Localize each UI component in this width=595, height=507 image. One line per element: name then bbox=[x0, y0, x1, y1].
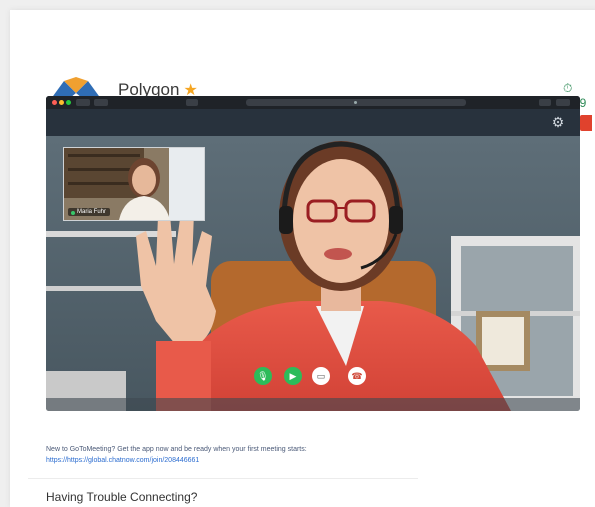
gear-icon[interactable]: ⚙ bbox=[550, 114, 566, 130]
camera-icon: ▶ bbox=[289, 370, 297, 381]
meeting-window: ⚙ Maria Fuhr 🎙 ▶ ▭ ☎ bbox=[46, 96, 580, 411]
share-button[interactable] bbox=[539, 99, 551, 106]
camera-button[interactable]: ▶ bbox=[284, 367, 302, 385]
screen-share-icon: ▭ bbox=[316, 370, 326, 381]
back-button[interactable] bbox=[76, 99, 90, 106]
mic-button[interactable]: 🎙 bbox=[254, 367, 272, 385]
self-view-pip[interactable]: Maria Fuhr bbox=[63, 147, 205, 221]
close-window-dot[interactable] bbox=[52, 100, 57, 105]
url-bar[interactable] bbox=[246, 99, 466, 106]
side-tab[interactable] bbox=[580, 115, 592, 131]
trouble-heading: Having Trouble Connecting? bbox=[46, 490, 198, 504]
join-link[interactable]: https://https://global.chatnow.com/join/… bbox=[46, 457, 199, 464]
download-info: New to GoToMeeting? Get the app now and … bbox=[46, 444, 416, 466]
stopwatch-icon: ⏱ bbox=[563, 81, 573, 95]
minimize-window-dot[interactable] bbox=[59, 100, 64, 105]
sidebar-button[interactable] bbox=[186, 99, 198, 106]
phone-hangup-icon: ☎ bbox=[351, 370, 363, 381]
meeting-toolbar: ⚙ bbox=[46, 109, 580, 136]
share-screen-button[interactable]: ▭ bbox=[312, 367, 330, 385]
leave-button[interactable]: ☎ bbox=[348, 367, 366, 385]
maximize-window-dot[interactable] bbox=[66, 100, 71, 105]
pip-participant-name: Maria Fuhr bbox=[68, 208, 111, 216]
call-controls: 🎙 ▶ ▭ ☎ bbox=[254, 367, 384, 397]
lock-icon bbox=[354, 101, 357, 104]
microphone-icon: 🎙 bbox=[257, 370, 269, 381]
forward-button[interactable] bbox=[94, 99, 108, 106]
tabs-button[interactable] bbox=[556, 99, 570, 106]
divider bbox=[28, 478, 418, 479]
window-titlebar bbox=[46, 96, 580, 109]
info-text: New to GoToMeeting? Get the app now and … bbox=[46, 446, 307, 453]
